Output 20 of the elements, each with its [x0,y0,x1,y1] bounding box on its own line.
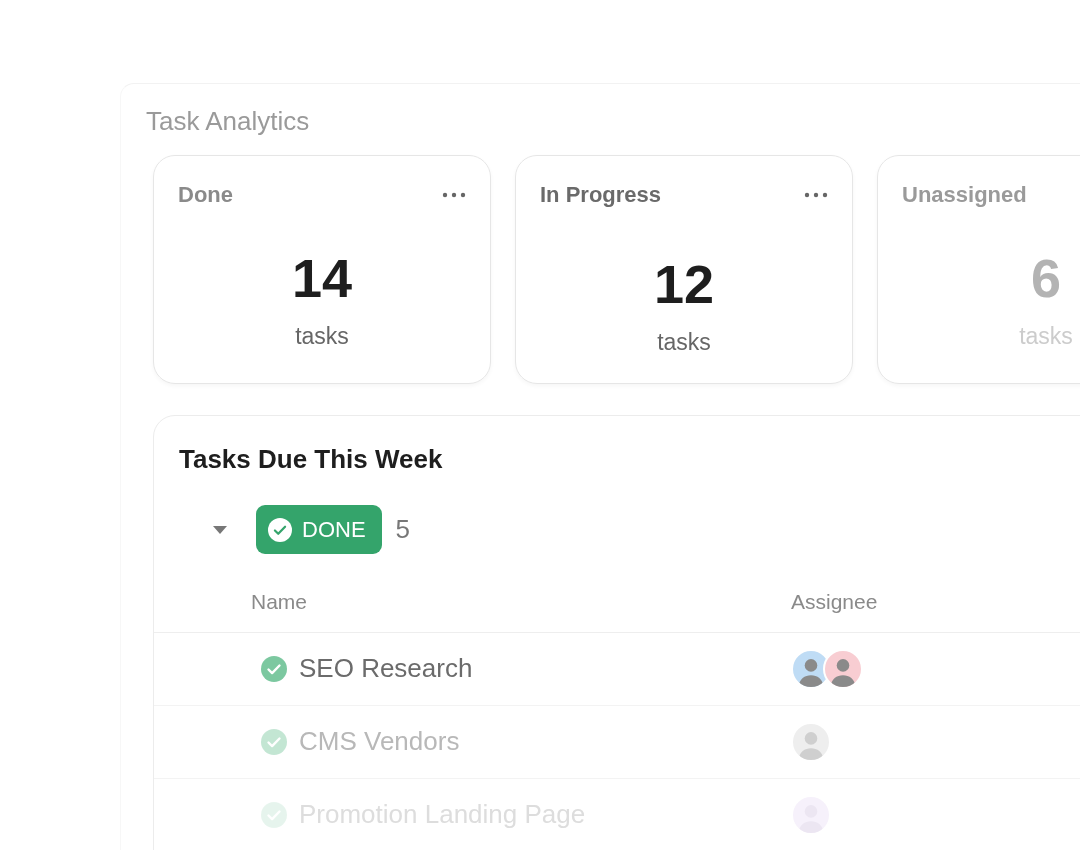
panel-title: Tasks Due This Week [179,443,444,477]
section-title: Task Analytics [146,106,311,138]
card-title: In Progress [540,181,662,210]
caret-icon[interactable] [212,524,228,535]
more-icon[interactable] [442,191,466,198]
group-count: 5 [395,513,411,547]
status-badge[interactable]: DONE [256,505,382,555]
check-icon [268,517,292,542]
more-icon[interactable] [804,191,828,198]
card-title: Unassigned [902,181,1027,210]
column-header: Name [251,589,309,616]
task-count: 12 [653,257,715,312]
task-count: 6 [1030,251,1061,306]
task-name: CMS Vendors [299,725,460,759]
column-header: Assignee [791,589,878,616]
count-unit: tasks [295,322,349,352]
task-name: SEO Research [299,652,473,686]
card-title: Done [178,181,233,210]
count-unit: tasks [657,328,711,358]
task-count: 14 [291,251,353,306]
